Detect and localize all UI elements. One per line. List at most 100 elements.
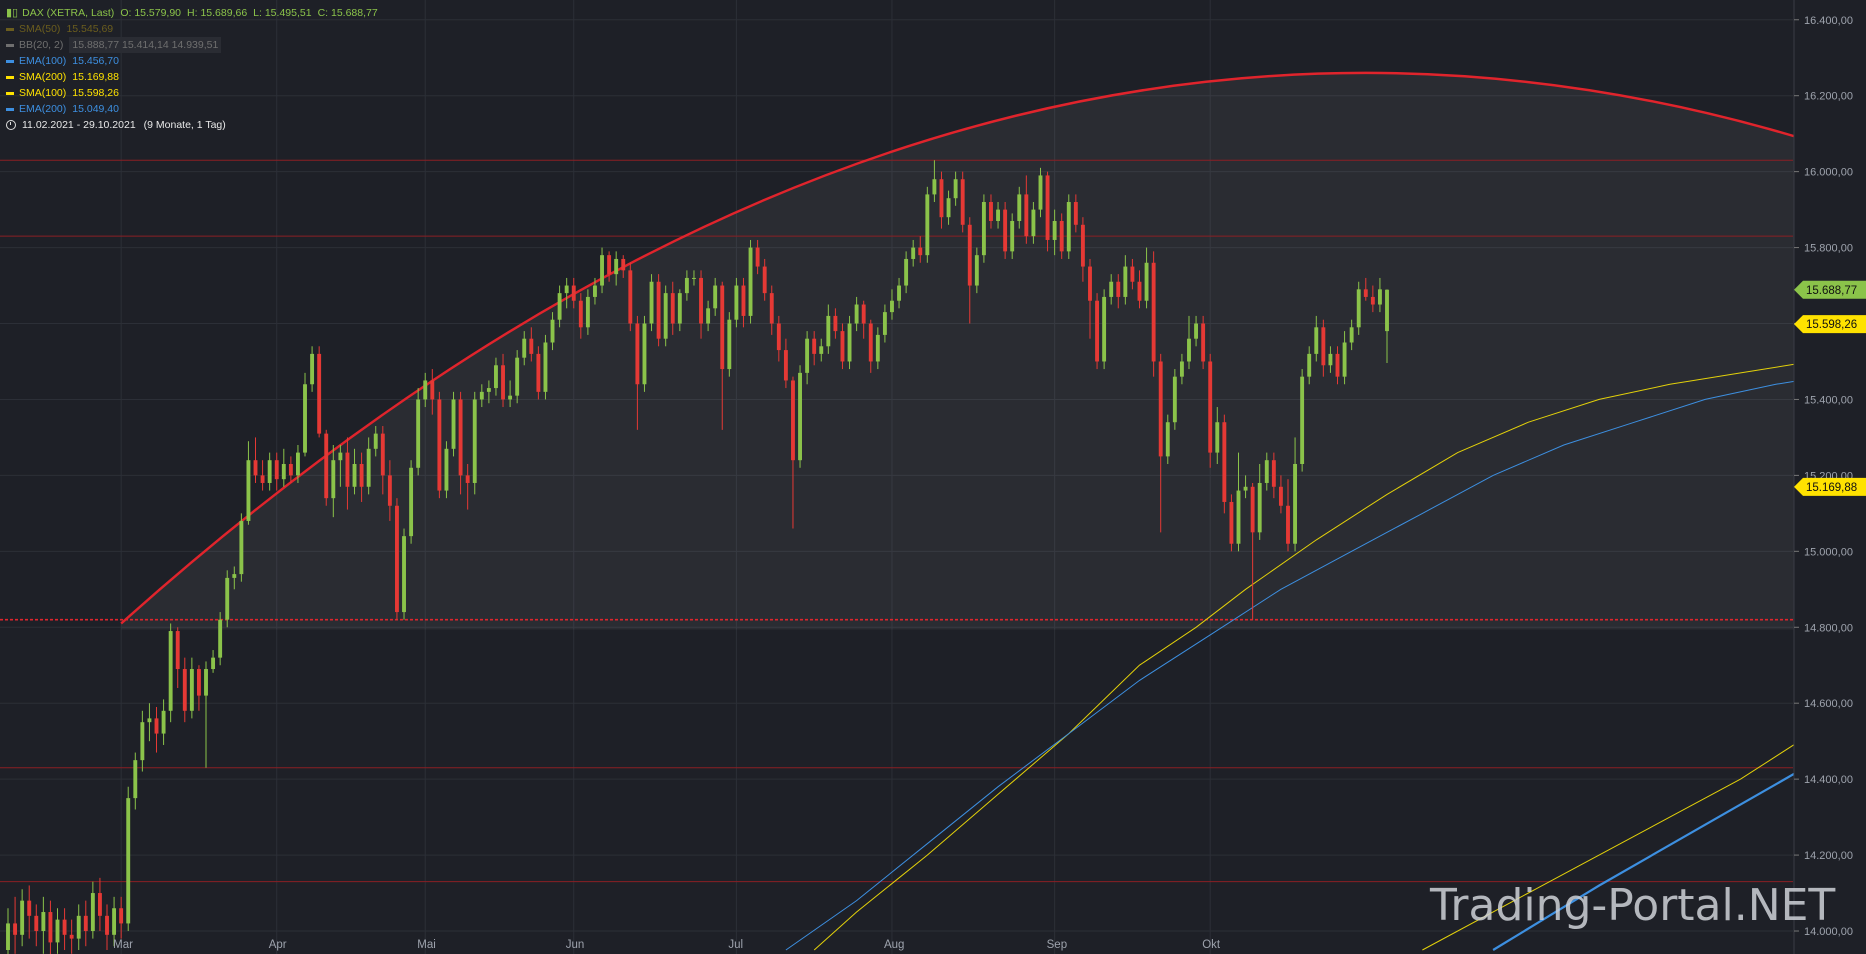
candle-body [1088, 266, 1092, 301]
watermark: Trading-Portal.NET [1430, 880, 1836, 931]
candle-body [783, 350, 788, 381]
y-tick-label: 16.000,00 [1804, 167, 1853, 179]
candle-body [147, 718, 152, 723]
candle-body [267, 460, 272, 483]
candle-body [41, 912, 46, 932]
candle-body [239, 520, 244, 575]
legend-swatch [6, 107, 14, 111]
candle-body [1158, 361, 1163, 457]
candle-body [1243, 486, 1248, 491]
legend-label: SMA(100) [19, 87, 67, 99]
candle-body [833, 315, 838, 332]
candle-body [1307, 353, 1312, 377]
legend-label: SMA(50) [19, 23, 61, 35]
candle-body [465, 475, 470, 483]
x-tick-label: Aug [884, 939, 904, 951]
candle-body [897, 285, 901, 301]
candle-body [1286, 505, 1290, 544]
price-tag-label: 15.598,26 [1806, 319, 1857, 331]
date-range-span: (9 Monate, 1 Tag) [143, 119, 226, 131]
candle-body [1123, 266, 1128, 297]
candle-body [34, 915, 39, 932]
close-value: C: 15.688,77 [317, 7, 378, 19]
candle-body [600, 255, 604, 286]
candle-body [1250, 486, 1255, 533]
candle-body [246, 460, 251, 521]
candle-body [1151, 262, 1156, 362]
candle-body [423, 380, 428, 400]
candle-body [76, 915, 81, 939]
x-tick-label: Jun [566, 939, 585, 951]
candle-body [1165, 422, 1170, 457]
candle-body [769, 293, 774, 324]
candle-body [663, 293, 668, 339]
candle-body [140, 722, 145, 761]
candle-body [1095, 300, 1100, 362]
legend-row-sma50[interactable]: SMA(50) 15.545,69 [6, 21, 378, 37]
candle-body [451, 399, 456, 449]
candle-body [776, 323, 781, 351]
candle-body [338, 452, 343, 461]
candle-body [564, 285, 569, 294]
clock-icon [6, 120, 16, 130]
candle-body [387, 475, 392, 506]
candle-body [112, 908, 117, 935]
candle-body [1271, 460, 1276, 487]
candle-body [890, 300, 894, 313]
chart-legend: ▮▯ DAX (XETRA, Last) O: 15.579,90 H: 15.… [6, 5, 378, 133]
candle-body [967, 224, 972, 286]
candle-body [218, 619, 223, 658]
candle-body [27, 900, 32, 916]
candle-body [515, 357, 520, 396]
candle-body [182, 669, 187, 711]
candle-body [1010, 220, 1015, 252]
candle-body [699, 277, 703, 324]
candle-body [713, 285, 718, 309]
candle-body [798, 372, 802, 461]
candle-body [444, 448, 449, 491]
candle-body [1201, 323, 1206, 362]
candle-body [1385, 289, 1389, 332]
candle-body [953, 179, 958, 199]
candle-body [324, 433, 329, 499]
candle-body [960, 179, 965, 225]
x-tick-label: Sep [1047, 939, 1067, 951]
candle-body [755, 247, 760, 267]
candle-body [522, 338, 527, 358]
candle-body [13, 923, 18, 935]
candle-body [946, 198, 951, 218]
candle-body [628, 270, 633, 324]
candle-body [154, 718, 159, 734]
candle-body [1335, 353, 1340, 377]
high-value: H: 15.689,66 [187, 7, 248, 19]
legend-label: SMA(200) [19, 71, 67, 83]
legend-row-sma100[interactable]: SMA(100) 15.598,26 [6, 85, 378, 101]
candle-body [805, 338, 810, 373]
legend-row-ema200[interactable]: EMA(200) 15.049,40 [6, 101, 378, 117]
legend-swatch [6, 27, 14, 31]
legend-value: 15.888,77 15.414,14 14.939,51 [69, 37, 222, 53]
candle-body [621, 258, 626, 271]
date-range: 11.02.2021 - 29.10.2021 (9 Monate, 1 Tag… [6, 117, 378, 133]
candle-body [373, 433, 378, 449]
candle-body [1052, 220, 1057, 240]
candle-body [1328, 353, 1333, 366]
candle-body [1300, 376, 1305, 464]
legend-row-bb[interactable]: BB(20, 2) 15.888,77 15.414,14 14.939,51 [6, 37, 378, 53]
candle-body [1038, 175, 1043, 210]
candle-body [295, 452, 300, 476]
candle-body [62, 919, 67, 935]
candle-body [677, 293, 682, 324]
candle-body [69, 934, 74, 939]
candle-body [550, 319, 555, 343]
candle-body [706, 308, 711, 324]
legend-row-ema100[interactable]: EMA(100) 15.456,70 [6, 53, 378, 69]
candle-body [974, 255, 979, 286]
legend-swatch [6, 59, 14, 63]
candle-body [395, 505, 399, 613]
legend-row-sma200[interactable]: SMA(200) 15.169,88 [6, 69, 378, 85]
price-tag-label: 15.169,88 [1806, 482, 1857, 494]
candle-body [649, 281, 654, 324]
candle-body [932, 179, 937, 195]
x-tick-label: Okt [1202, 939, 1221, 951]
